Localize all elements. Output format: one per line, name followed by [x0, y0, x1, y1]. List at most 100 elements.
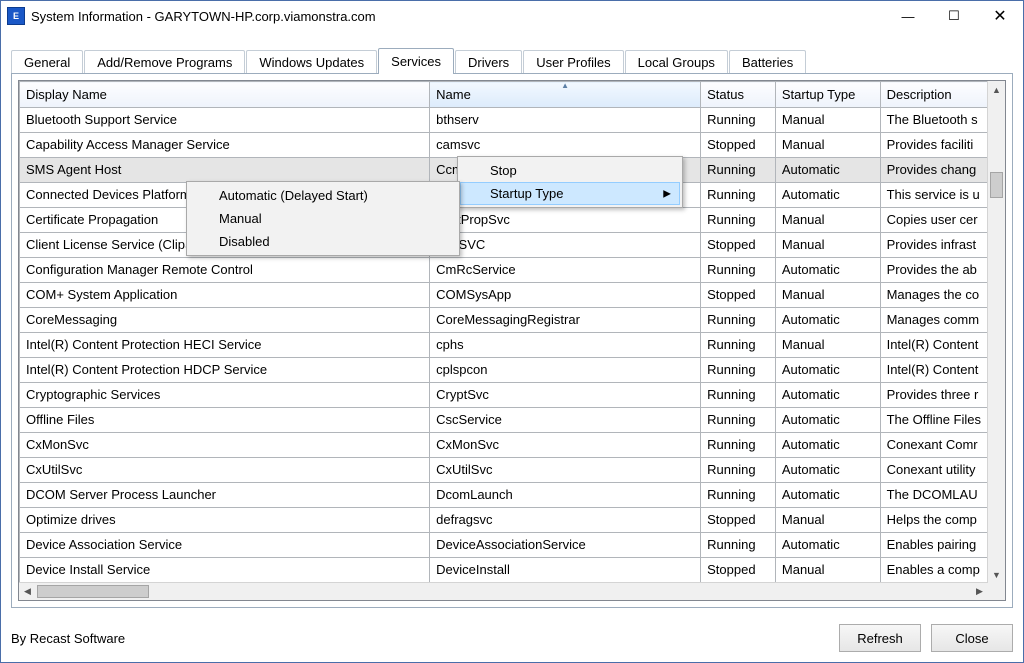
scroll-down-icon[interactable]: ▼ [988, 566, 1005, 583]
cell-startup: Automatic [775, 433, 880, 458]
scroll-corner [988, 583, 1005, 600]
cell-desc: Provides the ab [880, 258, 987, 283]
table-row[interactable]: Offline FilesCscServiceRunningAutomaticT… [20, 408, 988, 433]
cell-desc: Enables a comp [880, 558, 987, 583]
table-row[interactable]: Client License Service (ClipSVC)ClipSVCS… [20, 233, 988, 258]
table-row[interactable]: Intel(R) Content Protection HDCP Service… [20, 358, 988, 383]
table-row[interactable]: Bluetooth Support ServicebthservRunningM… [20, 108, 988, 133]
table-row[interactable]: Cryptographic ServicesCryptSvcRunningAut… [20, 383, 988, 408]
ctx-manual[interactable]: Manual [189, 207, 457, 230]
table-row[interactable]: CxMonSvcCxMonSvcRunningAutomaticConexant… [20, 433, 988, 458]
scroll-up-icon[interactable]: ▲ [988, 81, 1005, 98]
cell-name: bthserv [430, 108, 701, 133]
ctx-stop[interactable]: Stop [460, 159, 680, 182]
cell-display: Device Association Service [20, 533, 430, 558]
cell-name: CmRcService [430, 258, 701, 283]
cell-startup: Manual [775, 333, 880, 358]
close-window-button[interactable]: ✕ [977, 1, 1023, 31]
ctx-disabled[interactable]: Disabled [189, 230, 457, 253]
col-status[interactable]: Status [701, 82, 776, 108]
cell-desc: Manages the co [880, 283, 987, 308]
cell-display: Capability Access Manager Service [20, 133, 430, 158]
col-description[interactable]: Description [880, 82, 987, 108]
table-row[interactable]: Capability Access Manager ServicecamsvcS… [20, 133, 988, 158]
cell-status: Running [701, 383, 776, 408]
close-button[interactable]: Close [931, 624, 1013, 652]
submenu-arrow-icon: ▶ [663, 188, 671, 199]
cell-name: CertPropSvc [430, 208, 701, 233]
tab-services[interactable]: Services [378, 48, 454, 74]
cell-desc: Enables pairing [880, 533, 987, 558]
col-display-name[interactable]: Display Name [20, 82, 430, 108]
table-row[interactable]: Optimize drivesdefragsvcStoppedManualHel… [20, 508, 988, 533]
col-name[interactable]: ▲Name [430, 82, 701, 108]
cell-display: Cryptographic Services [20, 383, 430, 408]
cell-status: Running [701, 408, 776, 433]
tab-user-profiles[interactable]: User Profiles [523, 50, 623, 74]
table-row[interactable]: Intel(R) Content Protection HECI Service… [20, 333, 988, 358]
titlebar[interactable]: E System Information - GARYTOWN-HP.corp.… [1, 1, 1023, 31]
cell-startup: Manual [775, 233, 880, 258]
cell-status: Stopped [701, 283, 776, 308]
tab-windows-updates[interactable]: Windows Updates [246, 50, 377, 74]
ctx-automatic-delayed[interactable]: Automatic (Delayed Start) [189, 184, 457, 207]
table-row[interactable]: Device Association ServiceDeviceAssociat… [20, 533, 988, 558]
startup-type-submenu: Automatic (Delayed Start) Manual Disable… [186, 181, 460, 256]
cell-name: cplspcon [430, 358, 701, 383]
table-row[interactable]: COM+ System ApplicationCOMSysAppStoppedM… [20, 283, 988, 308]
window-title: System Information - GARYTOWN-HP.corp.vi… [31, 9, 376, 24]
cell-status: Running [701, 158, 776, 183]
table-row[interactable]: DCOM Server Process LauncherDcomLaunchRu… [20, 483, 988, 508]
minimize-button[interactable]: — [885, 1, 931, 31]
table-row[interactable]: Certificate PropagationCertPropSvcRunnin… [20, 208, 988, 233]
cell-desc: Conexant Comr [880, 433, 987, 458]
cell-desc: Intel(R) Content [880, 358, 987, 383]
refresh-button[interactable]: Refresh [839, 624, 921, 652]
cell-name: DeviceAssociationService [430, 533, 701, 558]
cell-status: Running [701, 458, 776, 483]
tab-drivers[interactable]: Drivers [455, 50, 522, 74]
table-row[interactable]: Device Install ServiceDeviceInstallStopp… [20, 558, 988, 583]
cell-startup: Manual [775, 558, 880, 583]
cell-name: ClipSVC [430, 233, 701, 258]
cell-status: Stopped [701, 233, 776, 258]
col-startup-type[interactable]: Startup Type [775, 82, 880, 108]
table-row[interactable]: Configuration Manager Remote ControlCmRc… [20, 258, 988, 283]
cell-name: DeviceInstall [430, 558, 701, 583]
cell-display: CxUtilSvc [20, 458, 430, 483]
tab-local-groups[interactable]: Local Groups [625, 50, 728, 74]
ctx-startup-type[interactable]: Startup Type ▶ [460, 182, 680, 205]
maximize-button[interactable]: ☐ [931, 1, 977, 31]
cell-startup: Automatic [775, 308, 880, 333]
cell-startup: Manual [775, 208, 880, 233]
table-row[interactable]: CoreMessagingCoreMessagingRegistrarRunni… [20, 308, 988, 333]
vscroll-thumb[interactable] [990, 172, 1003, 198]
maximize-icon: ☐ [948, 8, 960, 24]
vertical-scrollbar[interactable]: ▲ ▼ [987, 81, 1005, 583]
cell-startup: Manual [775, 108, 880, 133]
scroll-right-icon[interactable]: ▶ [971, 583, 988, 600]
cell-status: Stopped [701, 558, 776, 583]
cell-name: CoreMessagingRegistrar [430, 308, 701, 333]
cell-display: Intel(R) Content Protection HDCP Service [20, 358, 430, 383]
scroll-left-icon[interactable]: ◀ [19, 583, 36, 600]
hscroll-thumb[interactable] [37, 585, 149, 598]
cell-status: Running [701, 183, 776, 208]
cell-startup: Automatic [775, 258, 880, 283]
cell-name: CryptSvc [430, 383, 701, 408]
cell-startup: Automatic [775, 483, 880, 508]
cell-display: CxMonSvc [20, 433, 430, 458]
cell-display: CoreMessaging [20, 308, 430, 333]
cell-display: Configuration Manager Remote Control [20, 258, 430, 283]
cell-desc: Provides three r [880, 383, 987, 408]
horizontal-scrollbar[interactable]: ◀ ▶ [19, 582, 988, 600]
cell-desc: Copies user cer [880, 208, 987, 233]
tab-add-remove-programs[interactable]: Add/Remove Programs [84, 50, 245, 74]
tab-general[interactable]: General [11, 50, 83, 74]
cell-status: Running [701, 358, 776, 383]
cell-name: defragsvc [430, 508, 701, 533]
tab-batteries[interactable]: Batteries [729, 50, 806, 74]
cell-display: DCOM Server Process Launcher [20, 483, 430, 508]
cell-name: camsvc [430, 133, 701, 158]
table-row[interactable]: CxUtilSvcCxUtilSvcRunningAutomaticConexa… [20, 458, 988, 483]
